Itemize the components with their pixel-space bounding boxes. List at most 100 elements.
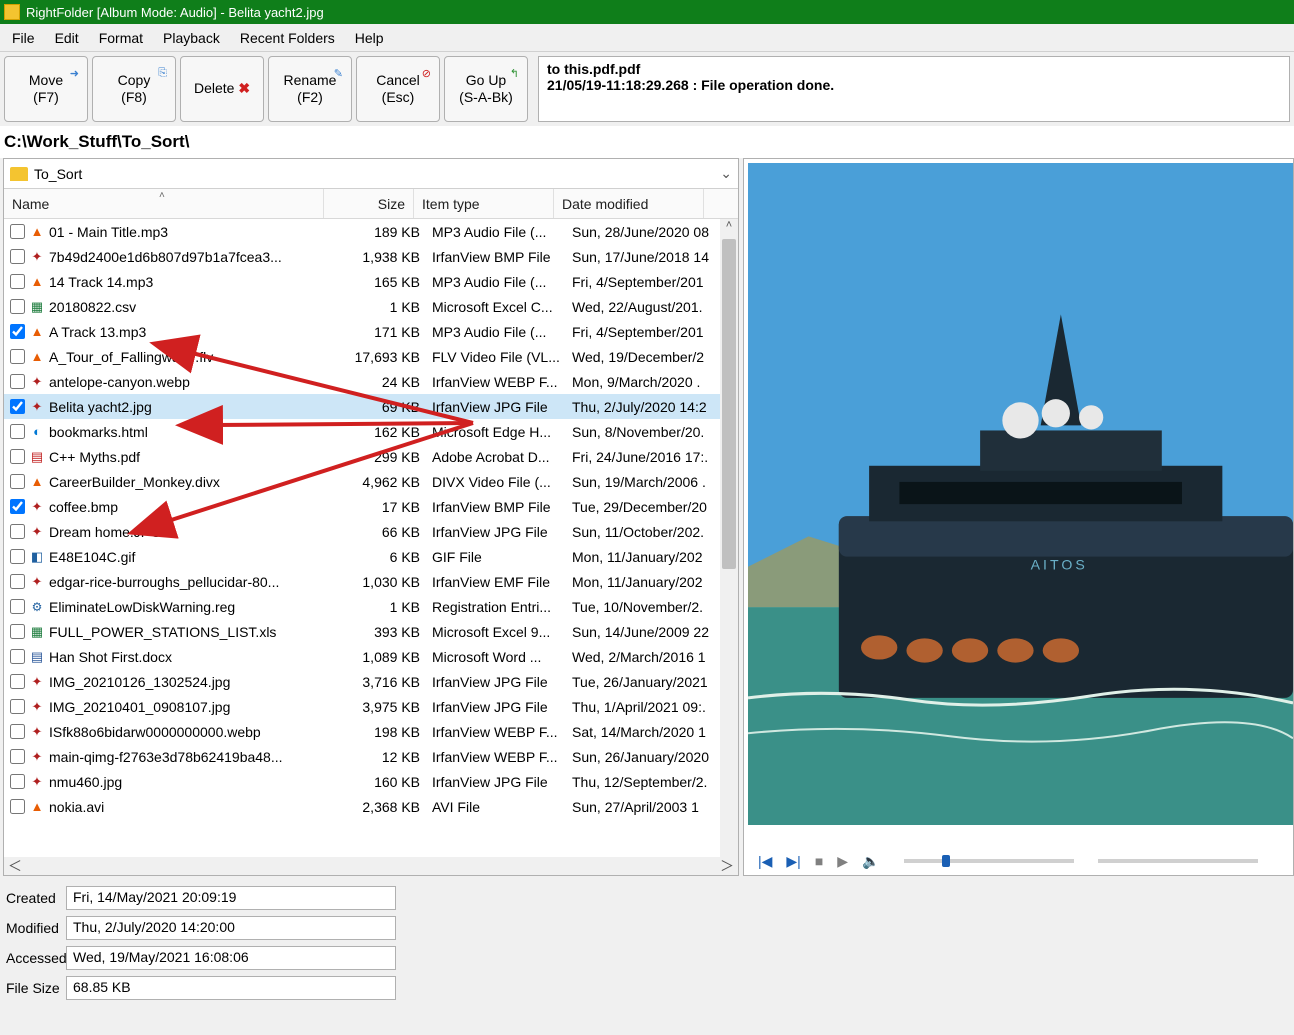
menu-format[interactable]: Format	[89, 26, 153, 50]
file-checkbox[interactable]	[10, 374, 25, 389]
file-checkbox[interactable]	[10, 549, 25, 564]
file-type-icon	[29, 224, 45, 240]
volume-slider[interactable]	[904, 859, 1074, 863]
file-row[interactable]: antelope-canyon.webp24 KBIrfanView WEBP …	[4, 369, 738, 394]
file-row[interactable]: IMG_20210126_1302524.jpg3,716 KBIrfanVie…	[4, 669, 738, 694]
file-item-type: IrfanView JPG File	[428, 399, 568, 415]
file-row[interactable]: FULL_POWER_STATIONS_LIST.xls393 KBMicros…	[4, 619, 738, 644]
file-row[interactable]: EliminateLowDiskWarning.reg1 KBRegistrat…	[4, 594, 738, 619]
file-checkbox[interactable]	[10, 749, 25, 764]
file-row[interactable]: Belita yacht2.jpg69 KBIrfanView JPG File…	[4, 394, 738, 419]
file-row[interactable]: Han Shot First.docx1,089 KBMicrosoft Wor…	[4, 644, 738, 669]
menu-edit[interactable]: Edit	[45, 26, 89, 50]
file-checkbox[interactable]	[10, 474, 25, 489]
file-row[interactable]: A Track 13.mp3171 KBMP3 Audio File (...F…	[4, 319, 738, 344]
rename-button[interactable]: ✎ Rename(F2)	[268, 56, 352, 122]
file-checkbox[interactable]	[10, 499, 25, 514]
file-checkbox[interactable]	[10, 449, 25, 464]
file-row[interactable]: E48E104C.gif6 KBGIF FileMon, 11/January/…	[4, 544, 738, 569]
path-bar: C:\Work_Stuff\To_Sort\	[0, 126, 1294, 158]
cancel-label: Cancel	[376, 72, 420, 88]
file-name: CareerBuilder_Monkey.divx	[49, 474, 338, 490]
file-row[interactable]: coffee.bmp17 KBIrfanView BMP FileTue, 29…	[4, 494, 738, 519]
move-button[interactable]: ➜ Move(F7)	[4, 56, 88, 122]
file-checkbox[interactable]	[10, 399, 25, 414]
file-checkbox[interactable]	[10, 524, 25, 539]
file-row[interactable]: 14 Track 14.mp3165 KBMP3 Audio File (...…	[4, 269, 738, 294]
file-row[interactable]: IMG_20210401_0908107.jpg3,975 KBIrfanVie…	[4, 694, 738, 719]
go-up-button[interactable]: ↰ Go Up(S-A-Bk)	[444, 56, 528, 122]
column-size[interactable]: Size	[324, 189, 414, 218]
file-row[interactable]: bookmarks.html162 KBMicrosoft Edge H...S…	[4, 419, 738, 444]
menu-file[interactable]: File	[2, 26, 45, 50]
file-checkbox[interactable]	[10, 599, 25, 614]
file-name: IMG_20210401_0908107.jpg	[49, 699, 338, 715]
folder-dropdown[interactable]: To_Sort ⌄	[4, 159, 738, 189]
file-checkbox[interactable]	[10, 224, 25, 239]
file-checkbox[interactable]	[10, 249, 25, 264]
log-line-1: to this.pdf.pdf	[547, 61, 1281, 77]
file-item-type: Microsoft Excel 9...	[428, 624, 568, 640]
file-item-type: Microsoft Edge H...	[428, 424, 568, 440]
file-item-type: MP3 Audio File (...	[428, 324, 568, 340]
file-checkbox[interactable]	[10, 299, 25, 314]
file-row[interactable]: Dream home.JPG66 KBIrfanView JPG FileSun…	[4, 519, 738, 544]
scrollbar-thumb[interactable]	[722, 239, 736, 569]
delete-button[interactable]: Delete ✖	[180, 56, 264, 122]
file-checkbox[interactable]	[10, 274, 25, 289]
cancel-button[interactable]: ⊘ Cancel(Esc)	[356, 56, 440, 122]
stop-button[interactable]: ■	[815, 853, 823, 869]
file-checkbox[interactable]	[10, 799, 25, 814]
file-type-icon	[29, 624, 45, 640]
scroll-up-icon[interactable]: ˄	[720, 219, 738, 237]
file-row[interactable]: ISfk88o6bidarw0000000000.webp198 KBIrfan…	[4, 719, 738, 744]
file-type-icon	[29, 799, 45, 815]
menu-help[interactable]: Help	[345, 26, 394, 50]
file-size: 66 KB	[338, 524, 428, 540]
file-checkbox[interactable]	[10, 699, 25, 714]
column-type[interactable]: Item type	[414, 189, 554, 218]
progress-slider[interactable]	[1098, 859, 1258, 863]
prev-track-button[interactable]: |◀	[758, 853, 772, 870]
file-type-icon	[29, 524, 45, 540]
file-type-icon	[29, 399, 45, 415]
file-list[interactable]: 01 - Main Title.mp3189 KBMP3 Audio File …	[4, 219, 738, 857]
file-row[interactable]: C++ Myths.pdf299 KBAdobe Acrobat D...Fri…	[4, 444, 738, 469]
file-checkbox[interactable]	[10, 349, 25, 364]
file-name: coffee.bmp	[49, 499, 338, 515]
file-size: 198 KB	[338, 724, 428, 740]
vertical-scrollbar[interactable]: ˄	[720, 219, 738, 857]
file-row[interactable]: 7b49d2400e1d6b807d97b1a7fcea3...1,938 KB…	[4, 244, 738, 269]
file-row[interactable]: edgar-rice-burroughs_pellucidar-80...1,0…	[4, 569, 738, 594]
copy-button[interactable]: ⎘ Copy(F8)	[92, 56, 176, 122]
file-checkbox[interactable]	[10, 774, 25, 789]
file-item-type: IrfanView JPG File	[428, 674, 568, 690]
file-checkbox[interactable]	[10, 624, 25, 639]
menu-playback[interactable]: Playback	[153, 26, 230, 50]
file-name: Dream home.JPG	[49, 524, 338, 540]
file-item-type: IrfanView BMP File	[428, 499, 568, 515]
file-date: Sun, 19/March/2006 .	[568, 474, 718, 490]
file-row[interactable]: 20180822.csv1 KBMicrosoft Excel C...Wed,…	[4, 294, 738, 319]
next-track-button[interactable]: ▶|	[786, 853, 800, 870]
file-date: Sun, 17/June/2018 14	[568, 249, 718, 265]
file-row[interactable]: nmu460.jpg160 KBIrfanView JPG FileThu, 1…	[4, 769, 738, 794]
file-checkbox[interactable]	[10, 324, 25, 339]
delete-label: Delete	[194, 80, 234, 96]
menu-recent-folders[interactable]: Recent Folders	[230, 26, 345, 50]
file-checkbox[interactable]	[10, 424, 25, 439]
file-row[interactable]: main-qimg-f2763e3d78b62419ba48...12 KBIr…	[4, 744, 738, 769]
file-checkbox[interactable]	[10, 649, 25, 664]
file-checkbox[interactable]	[10, 574, 25, 589]
preview-image: AITOS	[748, 163, 1293, 847]
file-checkbox[interactable]	[10, 674, 25, 689]
play-button[interactable]: ▶	[837, 853, 848, 870]
file-checkbox[interactable]	[10, 724, 25, 739]
column-date[interactable]: Date modified	[554, 189, 704, 218]
file-row[interactable]: A_Tour_of_Fallingwater.flv17,693 KBFLV V…	[4, 344, 738, 369]
file-size: 3,716 KB	[338, 674, 428, 690]
file-row[interactable]: CareerBuilder_Monkey.divx4,962 KBDIVX Vi…	[4, 469, 738, 494]
horizontal-scrollbar[interactable]: ＜＞	[4, 857, 738, 875]
file-row[interactable]: nokia.avi2,368 KBAVI FileSun, 27/April/2…	[4, 794, 738, 819]
file-row[interactable]: 01 - Main Title.mp3189 KBMP3 Audio File …	[4, 219, 738, 244]
